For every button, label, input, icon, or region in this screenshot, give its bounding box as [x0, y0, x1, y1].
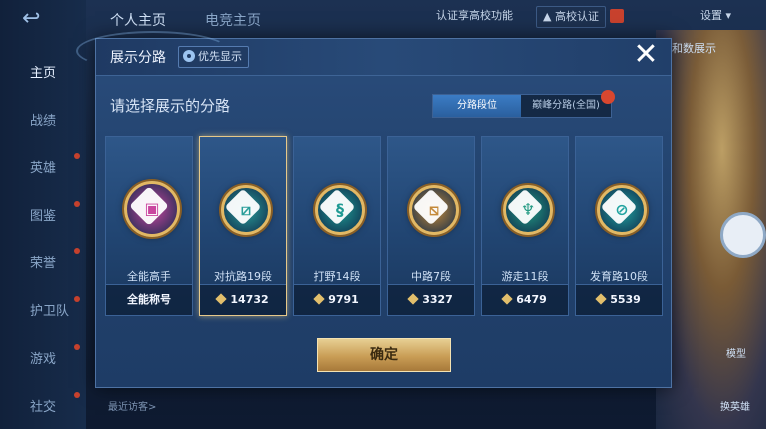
sidebar-item-label: 游戏	[30, 352, 57, 367]
power-score-value: 6479	[516, 293, 547, 306]
lane-card[interactable]: ▣ 全能高手全能称号	[105, 136, 193, 316]
farm-lane-emblem-icon: ⊘	[597, 185, 647, 235]
lane-rank-label: 中路7段	[411, 270, 451, 283]
tab-esports-home[interactable]: 电竞主页	[205, 10, 261, 30]
data-display-banner[interactable]: 和数展示	[672, 40, 716, 56]
notice-icon[interactable]	[610, 9, 624, 23]
roam-emblem-icon: ♆	[503, 185, 553, 235]
gear-icon	[183, 50, 195, 62]
sidebar-item-7[interactable]: 社交	[0, 392, 86, 415]
emblem-symbol: ♆	[520, 200, 536, 219]
notification-dot-icon	[74, 248, 80, 254]
mid-lane-emblem-icon: ⧅	[409, 185, 459, 235]
tab-lane-rank[interactable]: 分路段位	[433, 95, 521, 117]
change-hero-button[interactable]: 换英雄	[720, 398, 750, 413]
emblem-symbol: ⊘	[615, 200, 629, 219]
recent-visitors[interactable]: 最近访客>	[108, 398, 156, 413]
sidebar-item-label: 护卫队	[30, 304, 70, 319]
model-label[interactable]: 模型	[726, 345, 746, 360]
lane-card[interactable]: ⊘ 发育路10段 5539	[575, 136, 663, 316]
chevron-down-icon: ▾	[722, 9, 732, 22]
lane-card-footer: 全能称号	[106, 284, 192, 315]
emblem-symbol: §	[336, 200, 344, 219]
power-score-value: 9791	[328, 293, 359, 306]
power-score-icon	[595, 293, 607, 305]
campus-verify-label: 高校认证	[554, 10, 599, 23]
sidebar-item-label: 英雄	[30, 161, 57, 176]
lane-card-footer: 3327	[388, 284, 474, 315]
tab-peak-lane-label: 巅峰分路(全国)	[532, 100, 600, 111]
settings-label: 设置	[700, 9, 722, 22]
dialog-subtitle: 请选择展示的分路	[110, 97, 231, 115]
tab-peak-lane[interactable]: 巅峰分路(全国)	[521, 90, 615, 117]
dialog-header: 展示分路 优先显示 ✕	[76, 31, 671, 76]
sidebar-item-1[interactable]: 战绩	[0, 110, 86, 129]
power-score-value: 3327	[422, 293, 453, 306]
lane-card[interactable]: ⧅ 中路7段 3327	[387, 136, 475, 316]
lane-card-footer: 9791	[294, 284, 380, 315]
sidebar-item-label: 主页	[30, 66, 57, 81]
priority-display-label: 优先显示	[198, 50, 242, 63]
sidebar-item-5[interactable]: 护卫队	[0, 296, 86, 319]
lane-rank-label: 打野14段	[313, 270, 361, 283]
notification-dot-icon	[74, 344, 80, 350]
lane-card-footer: 5539	[576, 284, 662, 315]
campus-icon: ▲	[543, 10, 555, 23]
verify-text: 认证享高校功能	[436, 9, 513, 22]
lane-card-footer: 6479	[482, 284, 568, 315]
notification-dot-icon	[74, 392, 80, 398]
allrounder-emblem-icon: ▣	[124, 181, 180, 237]
model-rotate-icon[interactable]	[720, 212, 766, 258]
power-score-icon	[407, 293, 419, 305]
jungle-emblem-icon: §	[315, 185, 365, 235]
title-label: 全能称号	[127, 293, 171, 306]
campus-verify-button[interactable]: ▲ 高校认证	[536, 6, 606, 28]
lane-rank-label: 全能高手	[127, 270, 171, 283]
lane-card[interactable]: § 打野14段 9791	[293, 136, 381, 316]
sidebar-item-0[interactable]: 主页	[0, 62, 86, 81]
sidebar-item-label: 图鉴	[30, 209, 57, 224]
settings-button[interactable]: 设置 ▾	[700, 6, 731, 26]
lane-card[interactable]: ♆ 游走11段 6479	[481, 136, 569, 316]
dialog-title: 展示分路	[110, 50, 166, 66]
sidebar-item-2[interactable]: 英雄	[0, 153, 86, 176]
confirm-button[interactable]: 确定	[317, 338, 451, 372]
emblem-symbol: ▣	[144, 199, 160, 218]
lane-card-footer: 14732	[200, 284, 286, 315]
power-score-icon	[215, 293, 228, 305]
close-icon[interactable]: ✕	[631, 40, 661, 71]
sidebar-item-label: 战绩	[30, 114, 57, 129]
emblem-symbol: ⧄	[240, 200, 252, 219]
power-score-icon	[313, 293, 325, 305]
priority-display-button[interactable]: 优先显示	[178, 46, 249, 68]
back-icon[interactable]: ↩	[22, 8, 66, 30]
notification-dot-icon	[74, 153, 80, 159]
lane-card[interactable]: ⧄ 对抗路19段 14732	[199, 136, 287, 316]
emblem-symbol: ⧅	[428, 200, 440, 219]
sidebar-item-label: 荣誉	[30, 256, 57, 271]
notification-dot-icon	[74, 201, 80, 207]
new-badge-icon	[601, 90, 615, 104]
lane-rank-label: 游走11段	[501, 270, 549, 283]
sidebar-item-label: 社交	[30, 400, 57, 415]
tab-personal-home[interactable]: 个人主页	[110, 10, 166, 30]
power-score-icon	[501, 293, 513, 305]
power-score-value: 5539	[610, 293, 641, 306]
clash-lane-emblem-icon: ⧄	[221, 185, 271, 235]
power-score-value: 14732	[230, 293, 269, 306]
rank-type-switch: 分路段位 巅峰分路(全国)	[432, 90, 615, 118]
sidebar-item-4[interactable]: 荣誉	[0, 248, 86, 271]
lane-rank-label: 发育路10段	[590, 270, 648, 283]
lane-display-dialog: 展示分路 优先显示 ✕ 请选择展示的分路 分路段位 巅峰分路(全国) ▣ 全能高手…	[76, 31, 672, 388]
lane-rank-label: 对抗路19段	[214, 270, 272, 283]
notification-dot-icon	[74, 296, 80, 302]
sidebar-item-3[interactable]: 图鉴	[0, 201, 86, 224]
sidebar-item-6[interactable]: 游戏	[0, 344, 86, 367]
